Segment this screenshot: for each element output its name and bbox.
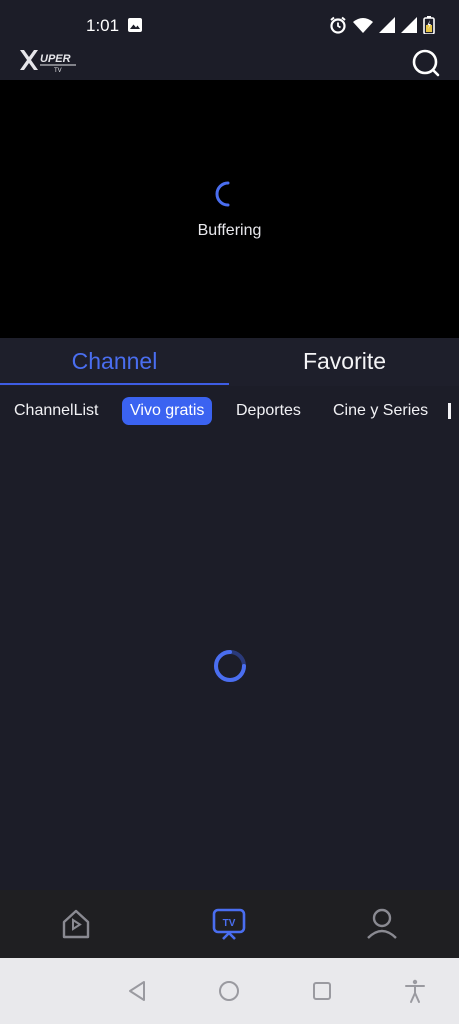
video-player[interactable]: Buffering (0, 80, 459, 338)
channel-tabs: Channel Favorite (0, 338, 459, 386)
buffering-text: Buffering (197, 222, 262, 239)
alarm-icon (330, 16, 346, 34)
signal-icon (379, 17, 395, 33)
category-overflow[interactable] (448, 403, 451, 419)
system-navigation-bar (0, 958, 459, 1024)
recents-icon[interactable] (309, 978, 335, 1004)
category-vivo-gratis[interactable]: Vivo gratis (122, 397, 213, 425)
svg-text:UPER: UPER (40, 53, 71, 65)
wifi-icon (353, 18, 373, 33)
active-tab-indicator (0, 383, 229, 385)
accessibility-icon[interactable] (402, 978, 428, 1004)
loading-spinner-icon (215, 181, 230, 207)
tv-icon[interactable]: TV (211, 906, 247, 942)
status-time: 1:01 (86, 16, 120, 35)
app-bar: UPER TV (0, 48, 459, 80)
profile-icon[interactable] (364, 906, 400, 942)
home-icon[interactable] (58, 906, 94, 942)
battery-icon (423, 16, 435, 34)
image-icon (128, 18, 142, 32)
signal-icon (401, 17, 417, 33)
tab-channel[interactable]: Channel (0, 338, 229, 384)
status-bar: 1:01 (0, 0, 459, 48)
category-list: ChannelList Vivo gratis Deportes Cine y … (0, 394, 459, 428)
bottom-navigation: TV (0, 890, 459, 958)
svg-text:TV: TV (54, 68, 62, 74)
channel-content (0, 430, 459, 890)
category-cine-y-series[interactable]: Cine y Series (325, 397, 436, 425)
search-icon[interactable] (411, 48, 441, 78)
loading-spinner-icon (214, 650, 246, 682)
tab-favorite[interactable]: Favorite (230, 338, 459, 384)
tv-icon-label: TV (223, 918, 236, 929)
xuper-tv-logo: UPER TV (20, 50, 76, 74)
category-channellist[interactable]: ChannelList (6, 397, 107, 425)
status-icons (329, 16, 435, 34)
home-circle-icon[interactable] (216, 978, 242, 1004)
back-icon[interactable] (124, 978, 150, 1004)
category-deportes[interactable]: Deportes (228, 397, 309, 425)
